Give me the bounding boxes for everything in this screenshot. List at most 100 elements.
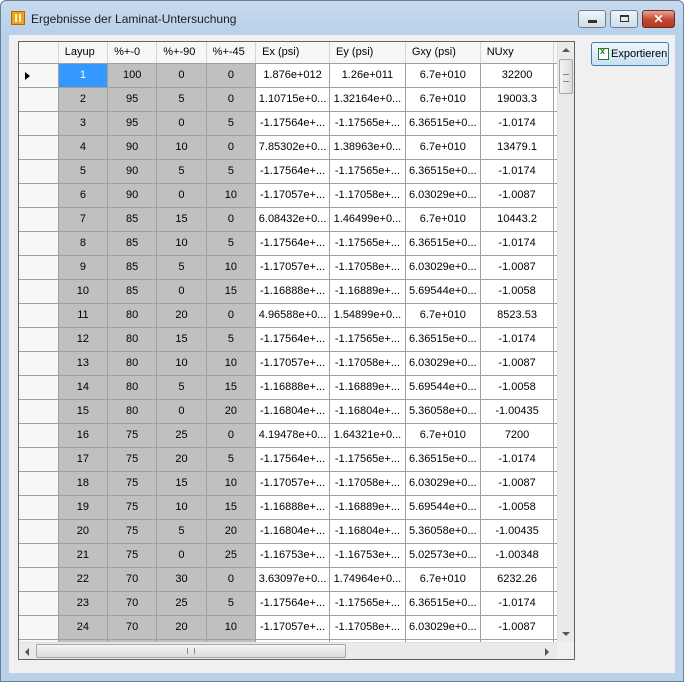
table-cell[interactable]: 0 <box>206 207 257 232</box>
results-grid[interactable]: Layup %+-0 %+-90 %+-45 Ex (psi) Ey (psi) Gxy (… <box>18 41 575 660</box>
table-cell[interactable]: 7200 <box>480 423 555 448</box>
table-cell[interactable]: 6.36515e+0... <box>405 111 481 136</box>
table-cell[interactable]: -1.0058 <box>480 375 555 400</box>
row-header[interactable] <box>19 519 59 544</box>
table-cell[interactable]: -1.16804e+... <box>329 399 406 424</box>
table-cell[interactable]: 75 <box>107 423 158 448</box>
table-cell[interactable]: 15 <box>156 471 207 496</box>
row-header[interactable] <box>19 279 59 304</box>
table-row[interactable]: 2 95 5 0 1.10715e+0... 1.32164e+0... 6.7e+010 1… <box>19 87 574 112</box>
table-cell[interactable]: 13 <box>58 351 109 376</box>
table-row[interactable]: 16 75 25 0 4.19478e+0... 1.64321e+0... 6.7e+01… <box>19 423 574 448</box>
table-cell[interactable]: 4.19478e+0... <box>255 423 331 448</box>
table-cell[interactable]: -1.16804e+... <box>255 519 331 544</box>
table-cell[interactable]: 22 <box>58 567 109 592</box>
table-cell[interactable]: 5 <box>156 375 207 400</box>
table-cell[interactable]: 90 <box>107 135 158 160</box>
table-cell[interactable]: 13479.1 <box>480 135 555 160</box>
table-cell[interactable]: 6.7e+010 <box>405 207 481 232</box>
table-cell[interactable]: 80 <box>107 351 158 376</box>
table-cell[interactable]: 15 <box>156 207 207 232</box>
table-row[interactable]: 24 70 20 10 -1.17057e+... -1.17058e+... 6.0302… <box>19 615 574 640</box>
table-cell[interactable]: 18 <box>58 471 109 496</box>
table-cell[interactable]: -1.00348 <box>480 543 555 568</box>
column-header[interactable] <box>19 42 59 64</box>
column-header[interactable]: Ey (psi) <box>329 42 406 64</box>
table-cell[interactable]: 6.7e+010 <box>405 567 481 592</box>
table-cell[interactable]: 10 <box>156 351 207 376</box>
table-cell[interactable]: 80 <box>107 303 158 328</box>
table-cell[interactable]: 4 <box>58 135 109 160</box>
table-cell[interactable]: 1.46499e+0... <box>329 207 406 232</box>
table-cell[interactable]: 6.36515e+0... <box>405 591 481 616</box>
column-header[interactable]: %+-0 <box>107 42 158 64</box>
table-row[interactable]: 11 80 20 0 4.96588e+0... 1.54899e+0... 6.7e+01… <box>19 303 574 328</box>
table-cell[interactable]: -1.0174 <box>480 111 555 136</box>
table-cell[interactable]: 20 <box>206 519 257 544</box>
table-cell[interactable]: 7.85302e+0... <box>255 135 331 160</box>
table-cell[interactable]: -1.17564e+... <box>255 447 331 472</box>
table-cell[interactable]: 16 <box>58 423 109 448</box>
table-row[interactable]: 17 75 20 5 -1.17564e+... -1.17565e+... 6.36515… <box>19 447 574 472</box>
table-row[interactable]: 9 85 5 10 -1.17057e+... -1.17058e+... 6.03029e… <box>19 255 574 280</box>
table-cell[interactable]: -1.16804e+... <box>255 399 331 424</box>
table-row[interactable]: 5 90 5 5 -1.17564e+... -1.17565e+... 6.36515e+… <box>19 159 574 184</box>
table-cell[interactable]: -1.16888e+... <box>255 375 331 400</box>
row-header[interactable] <box>19 543 59 568</box>
table-cell[interactable]: 1.74964e+0... <box>329 567 406 592</box>
scroll-left-icon[interactable] <box>25 648 29 656</box>
table-cell[interactable]: -1.0087 <box>480 255 555 280</box>
row-header[interactable] <box>19 375 59 400</box>
row-header[interactable] <box>19 159 59 184</box>
table-cell[interactable]: 10 <box>206 255 257 280</box>
table-cell[interactable]: 6.36515e+0... <box>405 327 481 352</box>
table-cell[interactable]: 6.7e+010 <box>405 423 481 448</box>
table-row[interactable]: 3 95 0 5 -1.17564e+... -1.17565e+... 6.36515e+… <box>19 111 574 136</box>
table-cell[interactable]: 6 <box>58 183 109 208</box>
table-cell[interactable]: 10 <box>206 471 257 496</box>
table-cell[interactable]: 19003.3 <box>480 87 555 112</box>
table-row[interactable]: 19 75 10 15 -1.16888e+... -1.16889e+... 5.6954… <box>19 495 574 520</box>
table-cell[interactable]: 6.03029e+0... <box>405 351 481 376</box>
table-cell[interactable]: 8 <box>58 231 109 256</box>
table-cell[interactable]: -1.17058e+... <box>329 255 406 280</box>
table-cell[interactable]: 6.7e+010 <box>405 303 481 328</box>
row-header[interactable] <box>19 183 59 208</box>
table-cell[interactable]: 6.7e+010 <box>405 87 481 112</box>
table-cell[interactable]: 6.08432e+0... <box>255 207 331 232</box>
table-cell[interactable]: 0 <box>206 423 257 448</box>
scroll-down-icon[interactable] <box>562 632 570 636</box>
table-cell[interactable]: -1.17565e+... <box>329 111 406 136</box>
table-cell[interactable]: -1.16889e+... <box>329 375 406 400</box>
table-cell[interactable]: 1.10715e+0... <box>255 87 331 112</box>
table-cell[interactable]: 6.7e+010 <box>405 135 481 160</box>
column-header[interactable]: NUxy <box>480 42 555 64</box>
table-cell[interactable]: 9 <box>58 255 109 280</box>
table-cell[interactable]: 5 <box>58 159 109 184</box>
table-cell[interactable]: 11 <box>58 303 109 328</box>
table-cell[interactable]: 0 <box>206 87 257 112</box>
table-cell[interactable]: 20 <box>156 447 207 472</box>
table-cell[interactable]: 0 <box>156 111 207 136</box>
table-cell[interactable]: 5 <box>156 87 207 112</box>
row-header[interactable] <box>19 471 59 496</box>
table-cell[interactable]: -1.17565e+... <box>329 231 406 256</box>
table-cell[interactable]: 95 <box>107 87 158 112</box>
table-cell[interactable]: 70 <box>107 567 158 592</box>
table-cell[interactable]: 90 <box>107 159 158 184</box>
table-cell[interactable]: 5.02573e+0... <box>405 543 481 568</box>
table-cell[interactable]: 5 <box>156 519 207 544</box>
table-cell[interactable]: 5 <box>156 159 207 184</box>
table-cell[interactable]: 85 <box>107 255 158 280</box>
table-cell[interactable]: 0 <box>156 543 207 568</box>
table-cell[interactable]: 1.876e+012 <box>255 63 331 88</box>
table-cell[interactable]: 75 <box>107 519 158 544</box>
title-bar[interactable]: Ergebnisse der Laminat-Untersuchung ✕ <box>1 1 683 35</box>
table-cell[interactable]: 1 <box>58 63 109 88</box>
table-cell[interactable]: -1.0174 <box>480 447 555 472</box>
table-cell[interactable]: 90 <box>107 183 158 208</box>
table-cell[interactable]: 100 <box>107 63 158 88</box>
table-cell[interactable]: 10 <box>58 279 109 304</box>
table-cell[interactable]: 75 <box>107 495 158 520</box>
table-cell[interactable]: 6.36515e+0... <box>405 231 481 256</box>
